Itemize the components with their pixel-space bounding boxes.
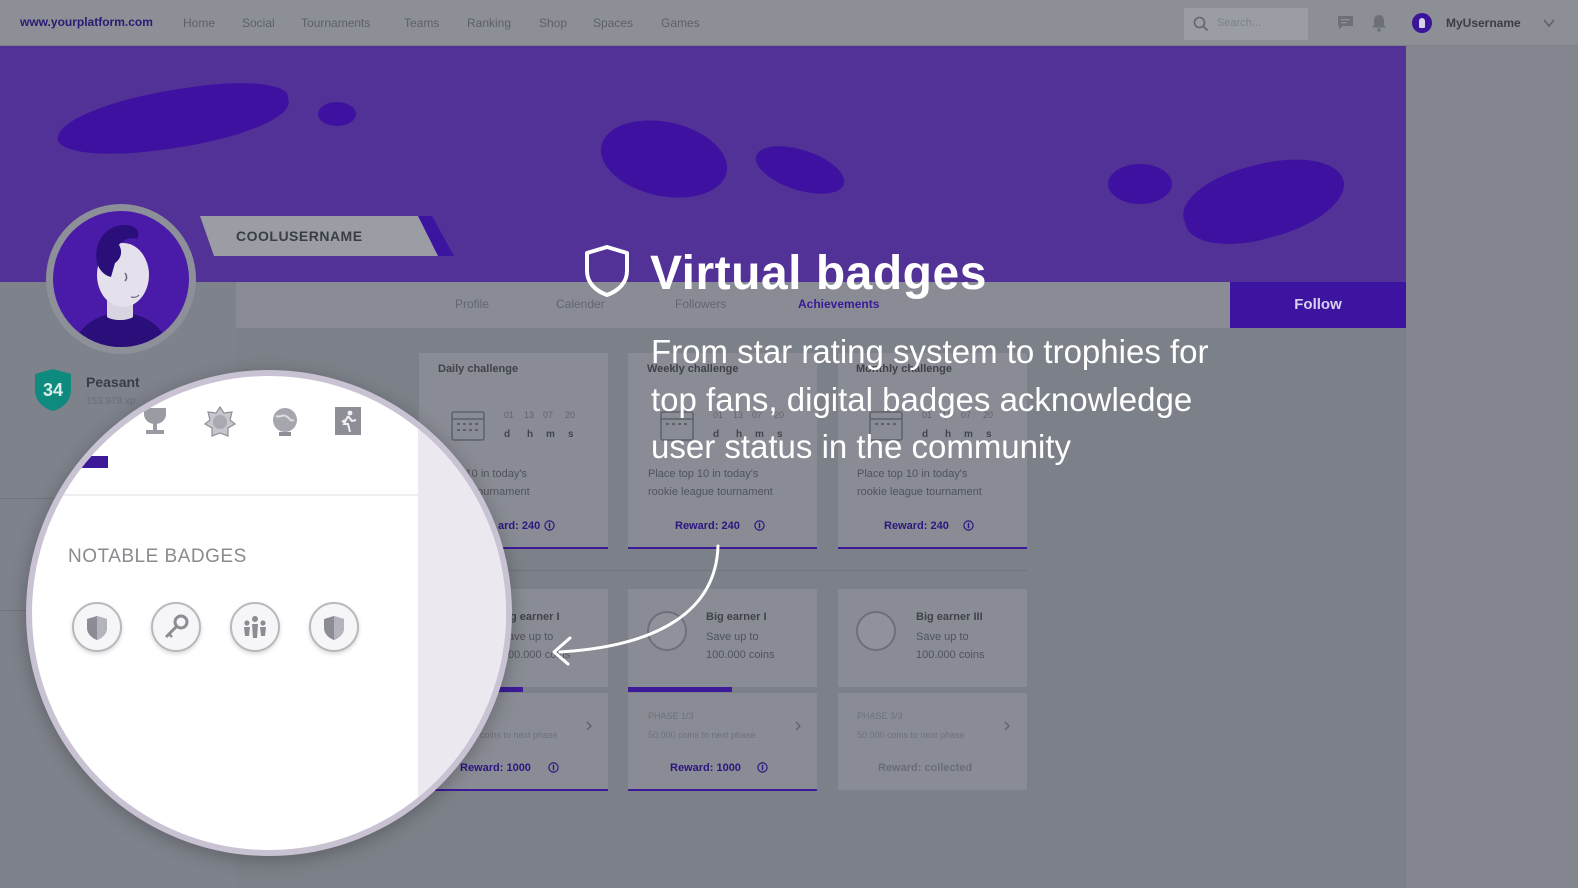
notable-badges-title: NOTABLE BADGES <box>68 546 247 567</box>
banner-blob <box>750 136 850 204</box>
phase-label: PHASE 1/3 <box>648 711 694 721</box>
search-input[interactable]: Search... <box>1184 8 1308 40</box>
banner-blob <box>318 102 356 126</box>
banner-blob <box>1174 142 1354 260</box>
nav-item-teams[interactable]: Teams <box>404 16 439 30</box>
tab-profile[interactable]: Profile <box>455 297 489 311</box>
xp-progress-bar <box>32 456 108 468</box>
search-placeholder: Search... <box>1217 17 1262 29</box>
coin-icon <box>757 762 768 773</box>
shield-badge-icon[interactable] <box>309 602 359 652</box>
banner-blob <box>1108 164 1172 204</box>
profile-picture[interactable] <box>53 211 189 347</box>
brand-link[interactable]: www.yourplatform.com <box>20 15 153 29</box>
username-label[interactable]: MyUsername <box>1446 16 1521 30</box>
earner-reward: Reward: collected <box>878 762 973 774</box>
banner-blob <box>593 109 735 209</box>
user-avatar[interactable] <box>1412 13 1432 33</box>
timer-minutes-value: 07 <box>543 410 554 420</box>
timer-seconds-value: 20 <box>565 410 576 420</box>
earner-phase-card[interactable] <box>838 693 1027 790</box>
tab-calender[interactable]: Calender <box>556 297 605 311</box>
xp-label: 153.978 xp <box>86 396 136 407</box>
nav-item-games[interactable]: Games <box>661 16 700 30</box>
nav-item-social[interactable]: Social <box>242 16 275 30</box>
magnifier-callout: NOTABLE BADGES <box>26 370 512 856</box>
card-accent-line <box>628 789 817 791</box>
earner-description: Save up to 100.000 coins <box>916 631 985 661</box>
trophy-icon <box>144 408 166 434</box>
rank-label: Peasant <box>86 374 140 390</box>
coin-icon <box>544 520 555 531</box>
feature-title: Virtual badges <box>650 247 987 300</box>
shield-badge-glyph <box>324 616 344 640</box>
challenge-reward: Reward: 240 <box>675 520 740 532</box>
chevron-right-icon[interactable] <box>585 721 593 731</box>
team-icon <box>856 611 896 651</box>
phase-remaining: 50.000 coins to next phase <box>648 730 756 740</box>
top-navigation-bar: www.yourplatform.com Home Social Tournam… <box>0 0 1578 46</box>
phase-label: PHASE 3/3 <box>857 711 903 721</box>
nav-item-home[interactable]: Home <box>183 16 215 30</box>
challenge-reward: Reward: 240 <box>884 520 949 532</box>
phase-remaining: 50.000 coins to next phase <box>857 730 965 740</box>
profile-display-name: COOLUSERNAME <box>236 228 363 244</box>
earner-title: Big earner III <box>916 611 983 623</box>
chat-icon[interactable] <box>1337 14 1354 31</box>
chevron-right-icon[interactable] <box>1003 721 1011 731</box>
team-badge-glyph <box>244 616 266 638</box>
key-badge-glyph <box>164 614 189 639</box>
globe-badge-icon <box>273 408 297 436</box>
coin-icon <box>963 520 974 531</box>
nav-item-shop[interactable]: Shop <box>539 16 567 30</box>
shield-badge-icon[interactable] <box>72 602 122 652</box>
timer-unit: h <box>527 429 534 440</box>
earner-phase-card[interactable] <box>628 693 817 790</box>
chevron-right-icon[interactable] <box>794 721 802 731</box>
challenge-title: Daily challenge <box>438 363 519 375</box>
coin-icon <box>548 762 559 773</box>
avatar-illustration <box>73 225 169 347</box>
shield-outline-icon <box>585 245 629 297</box>
runner-badge-icon <box>335 407 361 435</box>
team-badge-icon[interactable] <box>230 602 280 652</box>
callout-arrow <box>552 544 720 666</box>
feature-description: From star rating system to trophies for … <box>651 333 1209 465</box>
nav-item-spaces[interactable]: Spaces <box>593 16 633 30</box>
nav-item-tournaments[interactable]: Tournaments <box>301 16 370 30</box>
right-gutter <box>1406 46 1578 888</box>
coin-icon <box>754 520 765 531</box>
magnifier-divider <box>32 494 418 496</box>
bell-icon[interactable] <box>1371 14 1387 32</box>
card-accent-line <box>838 547 1027 549</box>
key-badge-icon[interactable] <box>151 602 201 652</box>
follow-button[interactable]: Follow <box>1230 282 1406 328</box>
magnified-content-edge <box>418 376 506 850</box>
search-icon <box>1193 16 1209 32</box>
timer-unit: m <box>546 429 555 440</box>
timer-hours-value: 13 <box>524 410 535 420</box>
nav-item-ranking[interactable]: Ranking <box>467 16 511 30</box>
level-number: 34 <box>42 380 64 400</box>
chevron-down-icon[interactable] <box>1542 16 1556 30</box>
earner-reward: Reward: 1000 <box>670 762 741 774</box>
banner-blob <box>53 73 293 165</box>
shield-badge-glyph <box>87 616 107 640</box>
star-badge-icon <box>204 406 236 437</box>
phase-progress-bar <box>628 687 732 692</box>
timer-unit: s <box>568 429 574 440</box>
